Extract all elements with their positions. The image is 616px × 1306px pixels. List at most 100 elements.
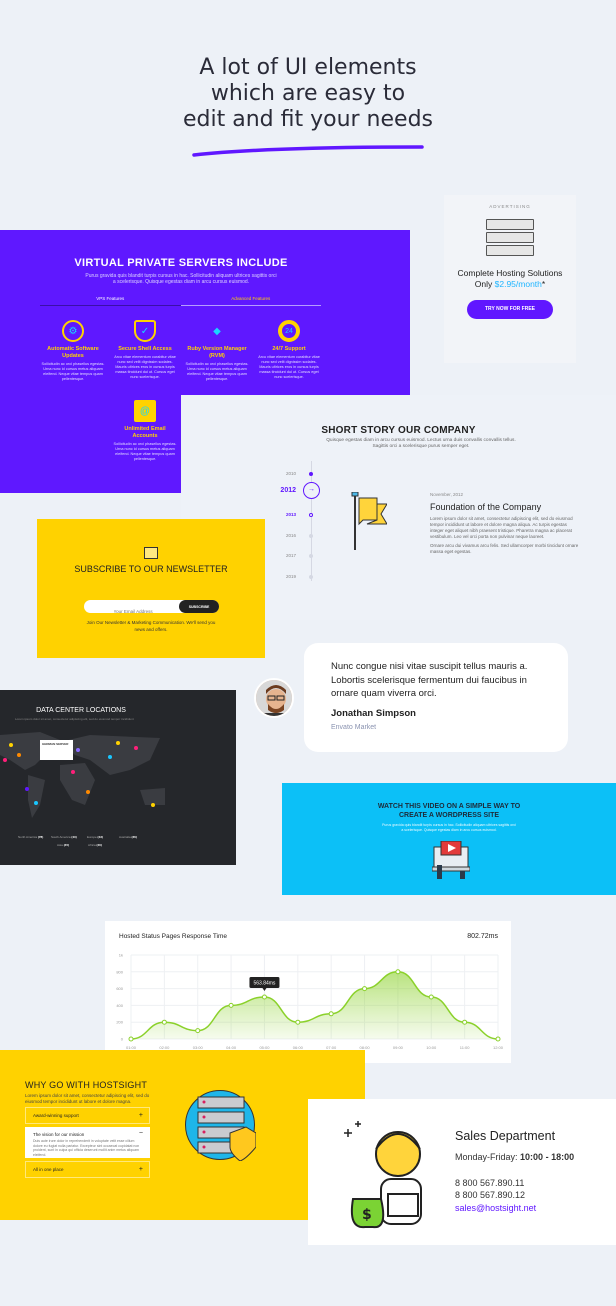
- accordion-label: All in one place: [33, 1167, 64, 1172]
- data-point: [362, 986, 368, 992]
- story-date: November, 2012: [430, 492, 464, 497]
- feature-title: 24/7 Support: [272, 346, 306, 352]
- accordion-body: Duis aute irure dolor in reprehenderit i…: [33, 1139, 140, 1157]
- support-agent-icon: $: [344, 1121, 422, 1229]
- server-shield-icon: [185, 1090, 257, 1162]
- accordion-item[interactable]: All in one place +: [25, 1161, 150, 1178]
- data-point: [395, 969, 401, 975]
- testimonial-quote: Nunc congue nisi vitae suscipit tellus m…: [331, 661, 528, 699]
- feature-card: ⚙ Automatic Software Updates Sollicitudin …: [40, 320, 106, 382]
- feature-title: Ruby Version Manager (RVM): [187, 346, 247, 359]
- timeline-year-active[interactable]: 2012: [276, 487, 296, 494]
- timeline-year[interactable]: 2019: [276, 574, 296, 579]
- feature-text: Sollicitudin ac orci phasellus egestas. …: [41, 362, 105, 381]
- email-link[interactable]: sales@hostsight.net: [455, 1203, 536, 1213]
- legend-item: North America (78): [18, 835, 44, 839]
- accordion-item[interactable]: Award-winning support +: [25, 1107, 150, 1124]
- tab-vps-features[interactable]: VPS Features: [40, 296, 181, 306]
- feature-title: Secure Shell Access: [118, 346, 172, 352]
- hero-line: which are easy to: [210, 81, 406, 106]
- tooltip-title: GERMAN SERVER: [42, 742, 69, 746]
- story-paragraph: Lorem ipsum dolor sit amet, consectetur …: [430, 516, 573, 539]
- lifebuoy-24-icon: 24: [278, 320, 300, 342]
- x-tick-label: 12:00: [493, 1045, 504, 1050]
- legend-item: Europe (43): [87, 835, 103, 839]
- testimonial-bubble: Nunc congue nisi vitae suscipit tellus m…: [304, 643, 568, 752]
- plus-icon: +: [138, 1112, 143, 1119]
- why-subtitle: Lorem ipsum dolor sit amet, consectetur …: [25, 1093, 150, 1104]
- data-point: [128, 1036, 134, 1042]
- tab-advanced-features[interactable]: Advanced Features: [180, 296, 321, 306]
- diamond-icon: ◆: [213, 325, 221, 337]
- envelope-icon: [144, 547, 158, 559]
- timeline-year[interactable]: 2013: [276, 512, 296, 517]
- data-point: [462, 1019, 468, 1025]
- newsletter-panel: SUBSCRIBE TO OUR NEWSLETTER SUBSCRIBE Jo…: [37, 519, 265, 658]
- legend-item: South America (43): [51, 835, 77, 839]
- feature-card: @ Unlimited Email Accounts Sollicitudin ac…: [112, 400, 178, 462]
- subscribe-button[interactable]: SUBSCRIBE: [179, 600, 219, 613]
- try-now-button[interactable]: TRY NOW FOR FREE: [467, 300, 553, 319]
- datacenter-title: DATA CENTER LOCATIONS: [36, 707, 126, 714]
- data-point: [295, 1019, 301, 1025]
- location-marker: [9, 743, 13, 747]
- vps-title: VIRTUAL PRIVATE SERVERS INCLUDE: [74, 257, 288, 269]
- timeline-year[interactable]: 2017: [276, 553, 296, 558]
- timeline-line: [311, 461, 312, 581]
- data-center-map-panel: DATA CENTER LOCATIONS Lorem ipsum dolor …: [0, 690, 236, 865]
- phone-number[interactable]: 8 800 567.890.12: [455, 1190, 525, 1200]
- phone-number[interactable]: 8 800 567.890.11: [455, 1178, 524, 1188]
- legend-item: Africa (40): [88, 843, 102, 847]
- legend-item: Australia (36): [119, 835, 137, 839]
- data-point: [428, 994, 434, 1000]
- hero-line: edit and fit your needs: [183, 107, 433, 132]
- accordion-label: Award-winning support: [33, 1113, 79, 1118]
- data-point: [261, 994, 267, 1000]
- map-tooltip: GERMAN SERVER: [40, 740, 73, 760]
- ad-price: $2.95/month: [494, 279, 542, 289]
- vps-subtitle: Purus gravida quis blandit turpis cursus…: [85, 273, 277, 285]
- y-tick-label: 400: [116, 1003, 123, 1008]
- y-tick-label: 0: [121, 1037, 124, 1042]
- timeline-year[interactable]: 2016: [276, 533, 296, 538]
- feature-title: Unlimited Email Accounts: [124, 426, 166, 439]
- feature-title: Automatic Software Updates: [47, 346, 99, 359]
- timeline-dot: [309, 472, 313, 476]
- video-subtitle: Purus gravida quis blandit turpis cursus…: [382, 823, 516, 832]
- timeline-year[interactable]: 2010: [276, 471, 296, 476]
- accordion-item-open[interactable]: The vision for our mission − Duis aute iru…: [25, 1127, 150, 1158]
- y-tick-label: 200: [116, 1020, 123, 1025]
- vps-tabs: VPS Features Advanced Features: [40, 296, 321, 306]
- datacenter-subtitle: Lorem ipsum dolor sit amet, consectetur …: [15, 717, 134, 721]
- hours-value: 10:00 - 18:00: [520, 1152, 575, 1162]
- newsletter-title: SUBSCRIBE TO OUR NEWSLETTER: [74, 564, 228, 574]
- location-marker: [116, 741, 120, 745]
- feature-card: 24 24/7 Support Arcu vitae elementum curab…: [256, 320, 322, 380]
- brush-underline: [192, 145, 424, 157]
- laptop-play-icon[interactable]: [432, 841, 470, 879]
- y-tick-label: 800: [116, 969, 123, 974]
- minus-icon: −: [138, 1130, 143, 1137]
- location-marker: [76, 748, 80, 752]
- location-marker: [3, 758, 7, 762]
- tooltip-pointer: [262, 988, 267, 991]
- arrow-right-icon[interactable]: →: [303, 482, 320, 499]
- y-tick-label: 600: [116, 986, 123, 991]
- data-point: [228, 1002, 234, 1008]
- location-marker: [134, 746, 138, 750]
- location-marker: [151, 803, 155, 807]
- video-title: WATCH THIS VIDEO ON A SIMPLE WAY TO CREA…: [377, 803, 521, 819]
- newsletter-form: SUBSCRIBE: [84, 600, 219, 618]
- location-marker: [34, 801, 38, 805]
- world-map: [0, 732, 165, 818]
- timeline-dot: [309, 554, 313, 558]
- story-paragraph: Ornare arcu dui vivamus arcu felis. Sed …: [430, 543, 579, 554]
- hero-heading: A lot of UI elements which are easy to e…: [0, 55, 616, 133]
- data-point: [195, 1028, 201, 1034]
- timeline-dot: [309, 513, 313, 517]
- feature-text: Arcu vitae elementum curabitur vitae nun…: [114, 355, 176, 379]
- ad-label: ADVERTISING: [489, 204, 531, 209]
- shield-check-icon: ✓: [134, 320, 156, 342]
- story-heading: Foundation of the Company: [430, 502, 542, 512]
- story-title: SHORT STORY OUR COMPANY: [321, 425, 476, 436]
